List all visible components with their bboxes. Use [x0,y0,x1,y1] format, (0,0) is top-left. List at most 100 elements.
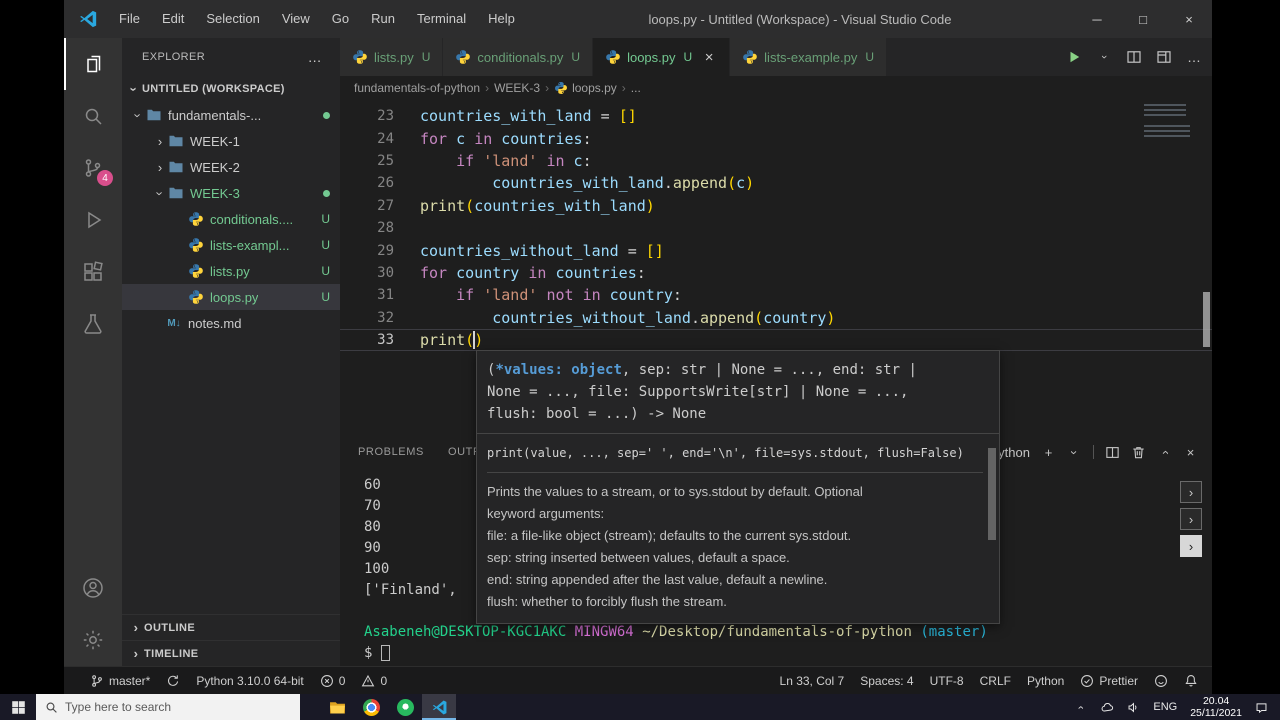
breadcrumb-item-loops-py[interactable]: loops.py [554,81,617,95]
tab-lists-example-py[interactable]: lists-example.py U [730,38,888,76]
menu-file[interactable]: File [108,0,151,38]
editor-scrollbar[interactable] [1203,292,1210,347]
activity-search-button[interactable] [64,90,122,142]
activity-settings-button[interactable] [64,614,122,666]
terminal-nav-button[interactable]: › [1180,508,1202,530]
tree-item-week-1[interactable]: › WEEK-1 [122,128,340,154]
language-indicator[interactable]: ENG [1153,701,1177,713]
code-line-31[interactable]: 31 if 'land' not in country: [340,284,1212,306]
outline-section[interactable]: › OUTLINE [122,614,340,640]
taskbar-app-vscode[interactable] [422,694,456,720]
status-ln-33-col-7[interactable]: Ln 33, Col 7 [780,674,845,688]
breadcrumb-item-[interactable]: ... [631,81,641,95]
status-bell-icon[interactable] [1184,674,1198,688]
folder-icon [146,107,162,123]
popup-scrollbar[interactable] [988,448,996,540]
minimize-button[interactable]: ─ [1074,0,1120,38]
tree-item-notes-md[interactable]: M↓ notes.md [122,310,340,336]
taskbar-clock[interactable]: 20.04 25/11/2021 [1190,695,1242,719]
code-line-24[interactable]: 24 for c in countries: [340,127,1212,149]
split-editor-icon[interactable] [1105,445,1120,460]
code-line-25[interactable]: 25 if 'land' in c: [340,150,1212,172]
layout-icon[interactable] [1156,49,1172,65]
chevron-down-icon[interactable]: › [1067,445,1082,460]
code-line-30[interactable]: 30 for country in countries: [340,262,1212,284]
tree-item-week-3[interactable]: › WEEK-3 [122,180,340,206]
trash-icon[interactable] [1131,445,1146,460]
status-sync-icon[interactable] [166,674,180,688]
code-line-28[interactable]: 28 [340,217,1212,239]
maximize-button[interactable]: □ [1120,0,1166,38]
notification-icon[interactable] [1255,701,1268,714]
status-spaces-4[interactable]: Spaces: 4 [860,674,913,688]
tree-item-lists-py[interactable]: lists.py U [122,258,340,284]
close-icon[interactable]: × [1183,445,1198,460]
activity-testing-button[interactable] [64,298,122,350]
status-crlf[interactable]: CRLF [980,674,1011,688]
tree-item-label: lists-exampl... [210,237,290,253]
activity-run-debug-button[interactable] [64,194,122,246]
tab-conditionals-py[interactable]: conditionals.py U [443,38,594,76]
workspace-section-header[interactable]: › UNTITLED (WORKSPACE) [122,76,340,102]
activity-extensions-button[interactable] [64,246,122,298]
tab-loops-py[interactable]: loops.py U × [593,38,731,76]
menu-run[interactable]: Run [360,0,406,38]
code-line-26[interactable]: 26 countries_with_land.append(c) [340,172,1212,194]
taskbar-app-app-green[interactable] [388,694,422,720]
account-icon [81,576,105,600]
more-actions-icon[interactable]: … [308,50,322,64]
status-python-3-10-0-64-bit[interactable]: Python 3.10.0 64-bit [196,674,303,688]
timeline-section[interactable]: › TIMELINE [122,640,340,666]
split-editor-icon[interactable] [1126,49,1142,65]
code-line-27[interactable]: 27 print(countries_with_land) [340,195,1212,217]
menu-view[interactable]: View [271,0,321,38]
terminal-nav-button[interactable]: › [1180,535,1202,557]
status-prettier[interactable]: Prettier [1080,674,1138,688]
activity-source-control-button[interactable]: 4 [64,142,122,194]
chevron-down-icon[interactable]: › [1096,49,1112,65]
status-0[interactable]: 0 [320,674,345,688]
status-python[interactable]: Python [1027,674,1064,688]
taskbar-app-chrome[interactable] [354,694,388,720]
speaker-icon[interactable] [1127,701,1140,714]
breadcrumb-item-week-3[interactable]: WEEK-3 [494,81,540,95]
status-utf-8[interactable]: UTF-8 [930,674,964,688]
add-icon[interactable]: + [1041,445,1056,460]
tree-item-conditionals[interactable]: conditionals.... U [122,206,340,232]
status-master[interactable]: master* [90,674,150,688]
more-actions-icon[interactable]: … [1186,49,1202,65]
tree-item-week-2[interactable]: › WEEK-2 [122,154,340,180]
menu-edit[interactable]: Edit [151,0,195,38]
tree-item-lists-exampl[interactable]: lists-exampl... U [122,232,340,258]
taskbar-search-input[interactable]: Type here to search [36,694,300,720]
status-bar: master* Python 3.10.0 64-bit 0 0 Ln 33, Col… [64,666,1212,694]
activity-files-button[interactable] [64,38,122,90]
menu-terminal[interactable]: Terminal [406,0,477,38]
chevron-up-icon[interactable]: › [1075,701,1088,714]
close-icon[interactable]: × [701,49,717,66]
status-feedback-smiley-icon[interactable] [1154,674,1168,688]
code-line-29[interactable]: 29 countries_without_land = [] [340,239,1212,261]
tree-item-fundamentals[interactable]: › fundamentals-... [122,102,340,128]
panel-tab-problems[interactable]: PROBLEMS [358,446,424,458]
code-line-23[interactable]: 23 countries_with_land = [] [340,105,1212,127]
start-button[interactable] [0,694,36,720]
tab-lists-py[interactable]: lists.py U [340,38,444,76]
code-line-32[interactable]: 32 countries_without_land.append(country… [340,307,1212,329]
chevron-up-icon[interactable]: › [1157,445,1172,460]
activity-account-button[interactable] [64,562,122,614]
status-0[interactable]: 0 [361,674,387,688]
taskbar: Type here to search › ENG 20.04 25/11/2021 [0,694,1280,720]
tree-item-loops-py[interactable]: loops.py U [122,284,340,310]
taskbar-app-file-explorer[interactable] [320,694,354,720]
code-line-33[interactable]: 33 print() [340,329,1212,351]
run-icon[interactable] [1066,49,1082,65]
minimap[interactable] [1138,104,1202,434]
menu-go[interactable]: Go [321,0,360,38]
close-button[interactable]: × [1166,0,1212,38]
menu-help[interactable]: Help [477,0,526,38]
cloud-icon[interactable] [1101,701,1114,714]
menu-selection[interactable]: Selection [195,0,270,38]
terminal-nav-button[interactable]: › [1180,481,1202,503]
breadcrumb-item-fundamentals-of-python[interactable]: fundamentals-of-python [354,81,480,95]
